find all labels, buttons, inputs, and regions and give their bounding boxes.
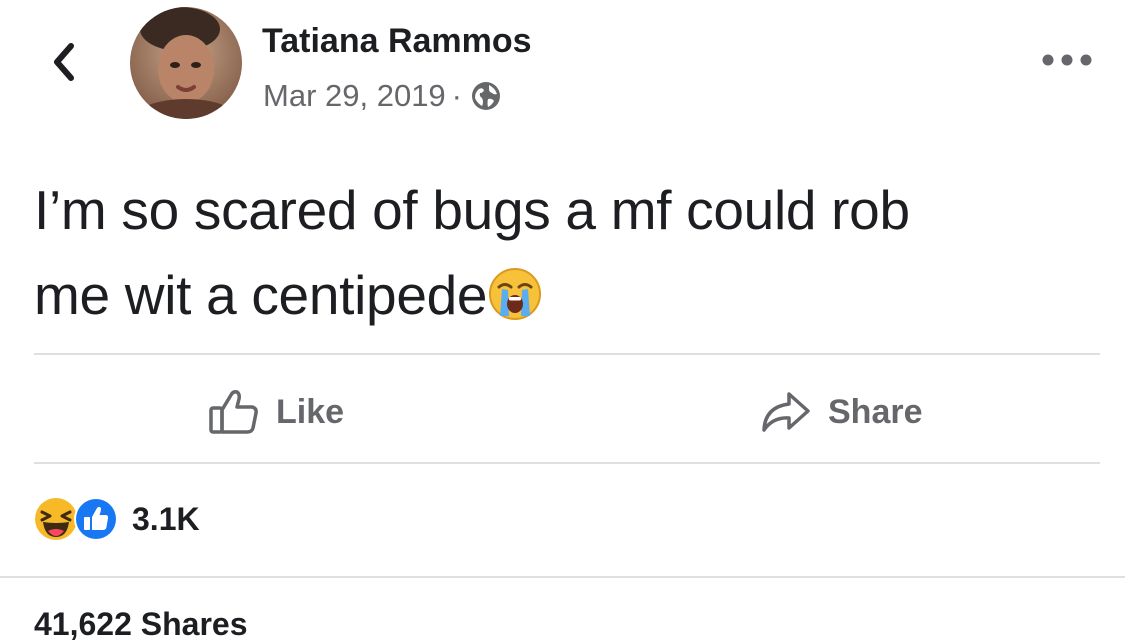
post-meta: Mar 29, 2019 · [263,78,502,114]
meta-separator: · [451,78,462,113]
share-arrow-icon [762,392,810,432]
more-options-button[interactable] [1040,44,1094,76]
post-text-line-2-text: me wit a centipede [34,264,488,326]
divider [34,462,1100,464]
post-text-line-2: me wit a centipede [34,253,1094,338]
back-button[interactable] [40,38,88,86]
more-icon [1042,54,1092,66]
like-reaction-icon [74,497,118,541]
author-name[interactable]: Tatiana Rammos [262,22,532,61]
thumbs-up-icon [209,390,258,434]
divider [34,353,1100,355]
chevron-left-icon [54,43,74,81]
like-button[interactable]: Like [208,385,344,439]
share-label: Share [828,392,923,431]
divider [0,576,1125,578]
avatar[interactable] [130,7,242,119]
share-button[interactable]: Share [760,385,923,439]
post-date[interactable]: Mar 29, 2019 [263,78,446,114]
crying-face-icon [489,268,542,320]
reaction-count: 3.1K [132,500,200,537]
shares-count[interactable]: 41,622 Shares [34,606,248,643]
post-text-line-1: I’m so scared of bugs a mf could rob [34,179,910,241]
reactions-summary[interactable]: 3.1K [32,495,200,543]
globe-icon [472,82,500,110]
post-text: I’m so scared of bugs a mf could rob me … [34,168,1094,338]
like-label: Like [276,392,345,431]
